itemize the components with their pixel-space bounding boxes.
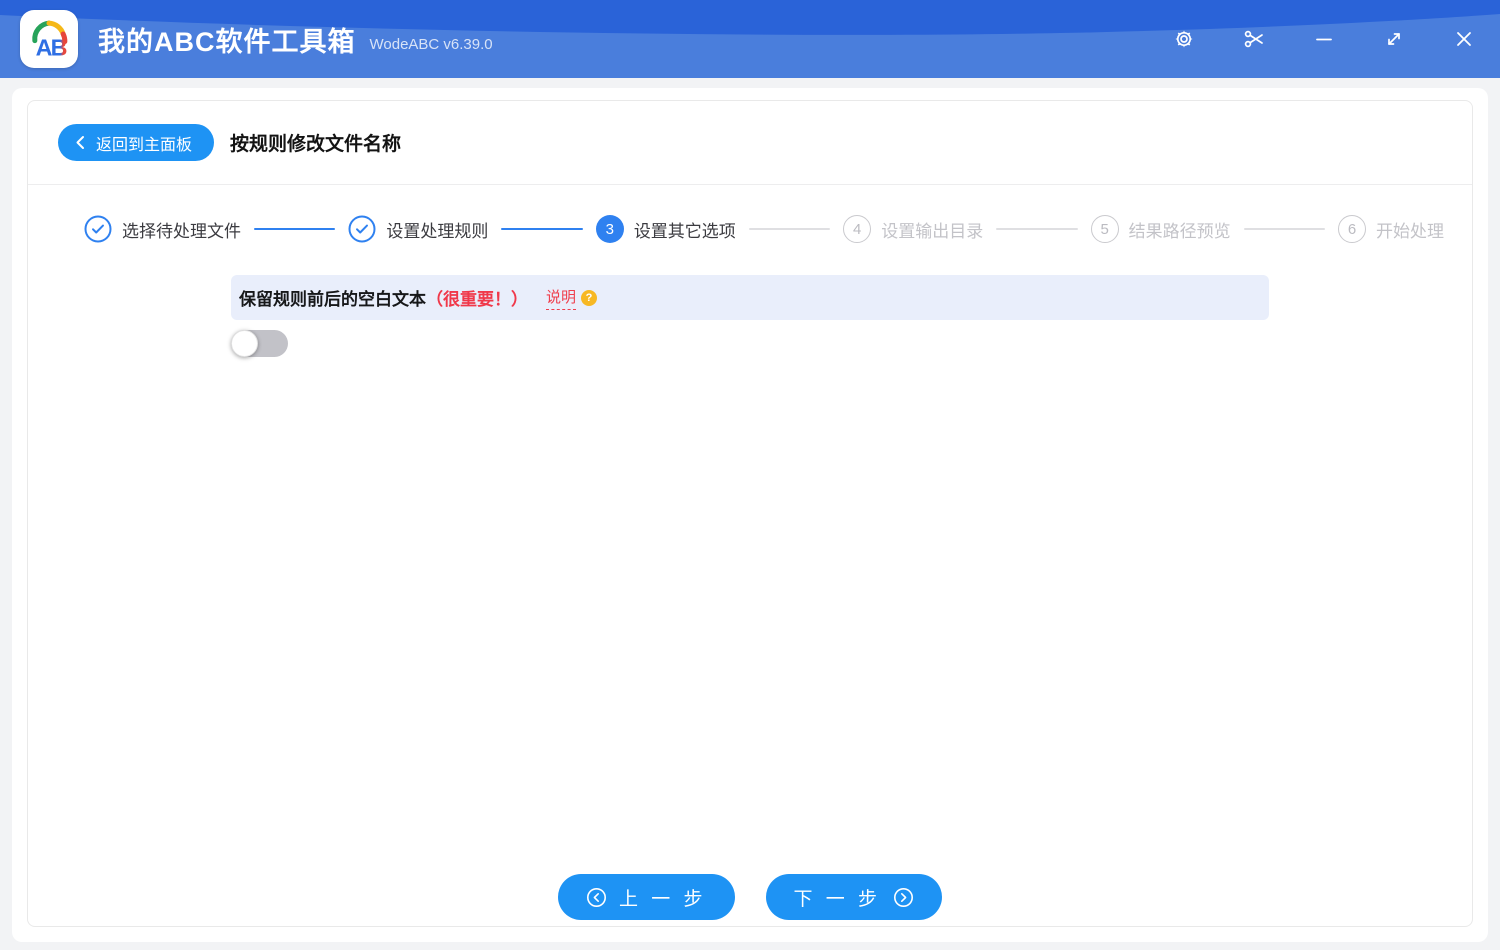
step-5-number-badge: 5: [1090, 215, 1119, 243]
step-3-other-options[interactable]: 3 设置其它选项: [595, 215, 736, 243]
main-area: 返回到主面板 按规则修改文件名称 选择待处理文件 设置处理规则 3 设置其它选项…: [0, 78, 1500, 950]
next-button-label: 下 一 步: [793, 888, 882, 910]
option-label: 保留规则前后的空白文本: [239, 290, 426, 309]
back-to-main-button[interactable]: 返回到主面板: [58, 124, 215, 161]
settings-gear-icon[interactable]: [1172, 27, 1196, 51]
next-step-button[interactable]: 下 一 步: [765, 874, 943, 920]
step-6-start-process: 6 开始处理: [1338, 215, 1444, 243]
app-version: WodeABC v6.39.0: [369, 35, 493, 53]
titlebar: A B 我的ABC软件工具箱 WodeABC v6.39.0: [0, 0, 1500, 78]
step-6-number-badge: 6: [1338, 215, 1367, 243]
step-5-label: 结果路径预览: [1128, 221, 1231, 241]
outer-panel: 返回到主面板 按规则修改文件名称 选择待处理文件 设置处理规则 3 设置其它选项…: [12, 88, 1488, 942]
step-4-number-badge: 4: [843, 215, 872, 243]
page-title: 按规则修改文件名称: [230, 134, 402, 155]
step-connector: [748, 228, 831, 230]
step-4-label: 设置输出目录: [881, 221, 984, 241]
back-button-label: 返回到主面板: [96, 136, 193, 154]
explanation-link[interactable]: 说明: [546, 286, 577, 310]
step-3-number-badge: 3: [595, 215, 624, 243]
prev-step-button[interactable]: 上 一 步: [557, 874, 735, 920]
step-5-path-preview: 5 结果路径预览: [1090, 215, 1231, 243]
prev-button-label: 上 一 步: [618, 888, 707, 910]
next-circle-arrow-icon: [894, 887, 914, 907]
app-logo: A B: [20, 10, 78, 68]
prev-circle-arrow-icon: [586, 887, 606, 907]
step-connector: [254, 228, 336, 230]
step-connector: [996, 228, 1078, 230]
option-row-keep-whitespace: 保留规则前后的空白文本 （很重要！） 说明 ?: [231, 275, 1269, 320]
step-1-label: 选择待处理文件: [122, 221, 241, 241]
step-4-output-dir: 4 设置输出目录: [843, 215, 983, 243]
step-connector: [501, 228, 583, 230]
step-connector: [1243, 228, 1326, 230]
back-chevron-icon: [76, 136, 84, 149]
help-question-icon[interactable]: ?: [581, 289, 598, 306]
window-controls: [1172, 0, 1476, 78]
step-1-check-icon: [84, 215, 112, 243]
step-2-label: 设置处理规则: [386, 221, 489, 241]
wizard-stepper: 选择待处理文件 设置处理规则 3 设置其它选项 4 设置输出目录 5 结果路径预…: [28, 185, 1472, 273]
step-1-select-files[interactable]: 选择待处理文件: [84, 215, 241, 243]
svg-text:B: B: [51, 35, 68, 61]
resize-icon[interactable]: [1382, 27, 1406, 51]
screenshot-cut-icon[interactable]: [1242, 27, 1266, 51]
app-title: 我的ABC软件工具箱: [98, 26, 356, 57]
toggle-knob: [231, 330, 258, 357]
card-header: 返回到主面板 按规则修改文件名称: [28, 101, 1472, 184]
step-6-label: 开始处理: [1376, 221, 1445, 241]
minimize-icon[interactable]: [1312, 27, 1336, 51]
step-2-set-rules[interactable]: 设置处理规则: [348, 215, 488, 243]
option-important-note: （很重要！）: [426, 290, 528, 309]
keep-whitespace-toggle[interactable]: [231, 330, 288, 357]
step-3-label: 设置其它选项: [633, 221, 736, 241]
step-2-check-icon: [348, 215, 376, 243]
wizard-card: 返回到主面板 按规则修改文件名称 选择待处理文件 设置处理规则 3 设置其它选项…: [27, 100, 1473, 927]
wizard-footer: 上 一 步 下 一 步: [28, 874, 1472, 920]
close-icon[interactable]: [1452, 27, 1476, 51]
